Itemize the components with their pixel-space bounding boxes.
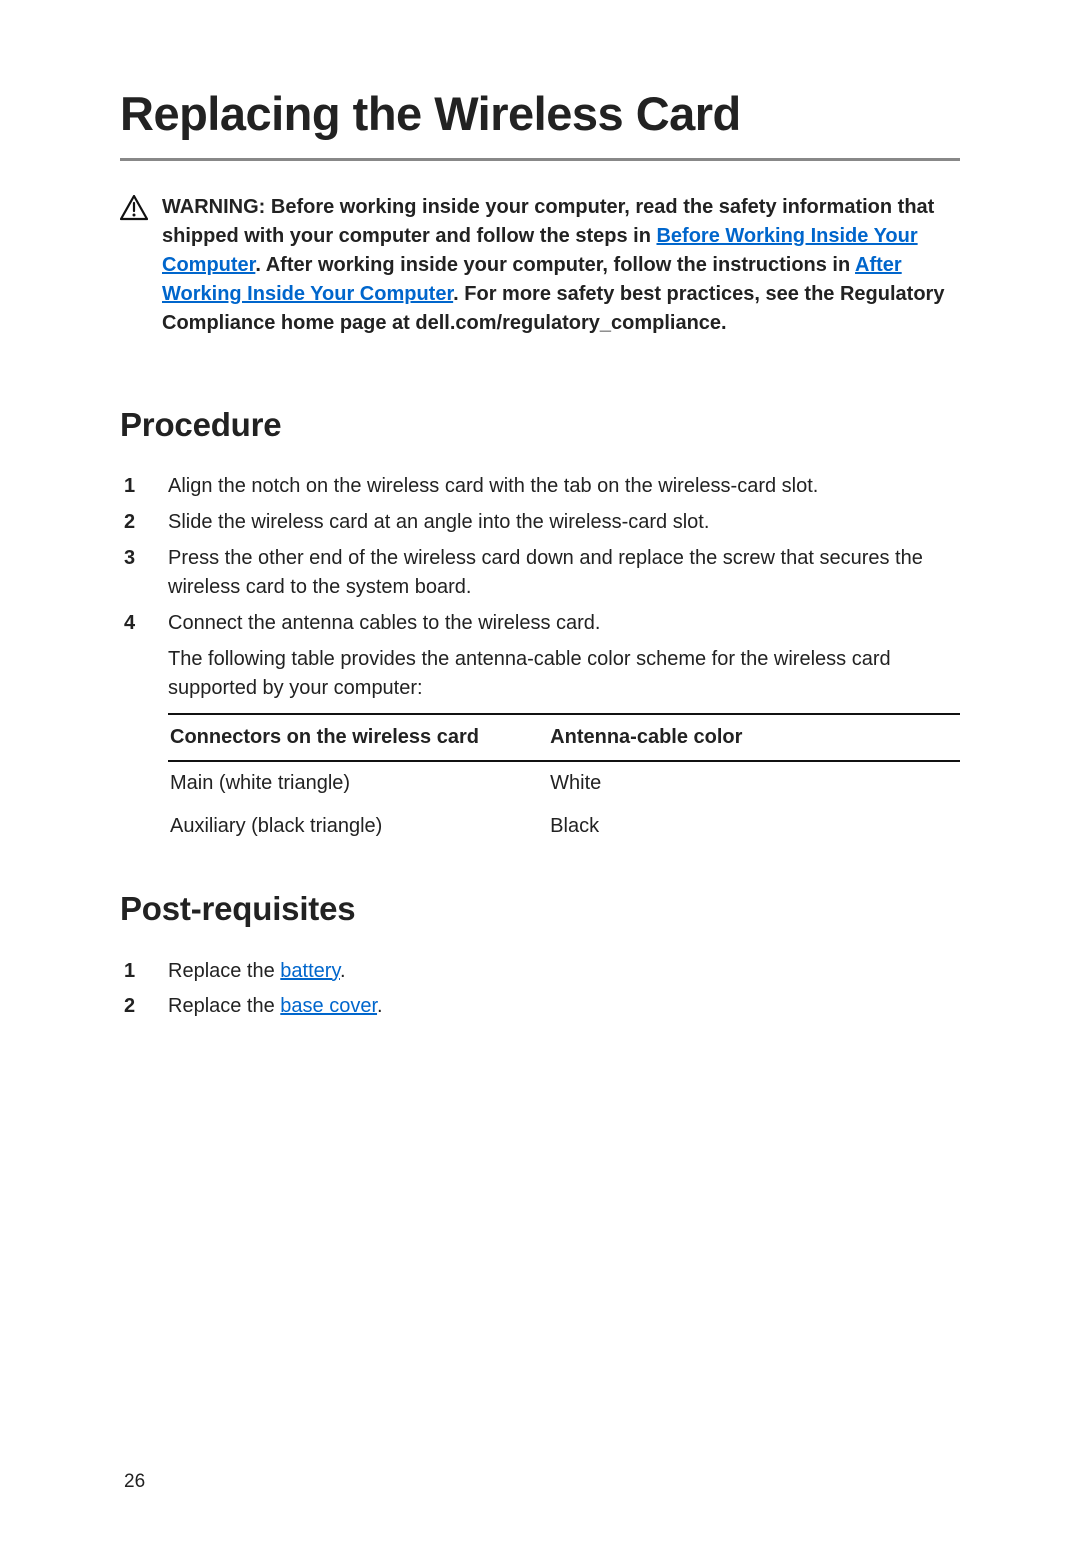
postreq-suffix: . bbox=[340, 960, 346, 982]
procedure-list: Align the notch on the wireless card wit… bbox=[120, 472, 960, 848]
postreq-prefix: Replace the bbox=[168, 995, 280, 1017]
table-cell: Auxiliary (black triangle) bbox=[168, 805, 548, 848]
table-row: Auxiliary (black triangle) Black bbox=[168, 805, 960, 848]
table-cell: White bbox=[548, 761, 960, 805]
postreq-step: Replace the base cover. bbox=[120, 991, 960, 1021]
antenna-table: Connectors on the wireless card Antenna-… bbox=[168, 713, 960, 848]
page-title: Replacing the Wireless Card bbox=[120, 88, 960, 161]
procedure-step: Slide the wireless card at an angle into… bbox=[120, 508, 960, 537]
warning-block: WARNING: Before working inside your comp… bbox=[120, 193, 960, 338]
warning-part-2: . After working inside your computer, fo… bbox=[255, 254, 855, 276]
link-base-cover[interactable]: base cover bbox=[280, 995, 377, 1017]
postreq-step: Replace the battery. bbox=[120, 956, 960, 986]
step-note: The following table provides the antenna… bbox=[168, 645, 960, 703]
postreq-prefix: Replace the bbox=[168, 960, 280, 982]
postreq-heading: Post-requisites bbox=[120, 890, 960, 928]
postreq-suffix: . bbox=[377, 995, 383, 1017]
procedure-step: Press the other end of the wireless card… bbox=[120, 544, 960, 602]
procedure-step: Connect the antenna cables to the wirele… bbox=[120, 609, 960, 848]
warning-text: WARNING: Before working inside your comp… bbox=[162, 193, 960, 338]
procedure-step: Align the notch on the wireless card wit… bbox=[120, 472, 960, 501]
procedure-step-text: Connect the antenna cables to the wirele… bbox=[168, 612, 600, 634]
table-header-row: Connectors on the wireless card Antenna-… bbox=[168, 714, 960, 761]
table-cell: Main (white triangle) bbox=[168, 761, 548, 805]
page-number: 26 bbox=[124, 1471, 145, 1493]
table-cell: Black bbox=[548, 805, 960, 848]
link-battery[interactable]: battery bbox=[280, 960, 340, 982]
procedure-heading: Procedure bbox=[120, 406, 960, 444]
warning-icon bbox=[120, 193, 148, 226]
table-row: Main (white triangle) White bbox=[168, 761, 960, 805]
table-header-color: Antenna-cable color bbox=[548, 714, 960, 761]
postreq-list: Replace the battery. Replace the base co… bbox=[120, 956, 960, 1021]
table-header-connectors: Connectors on the wireless card bbox=[168, 714, 548, 761]
